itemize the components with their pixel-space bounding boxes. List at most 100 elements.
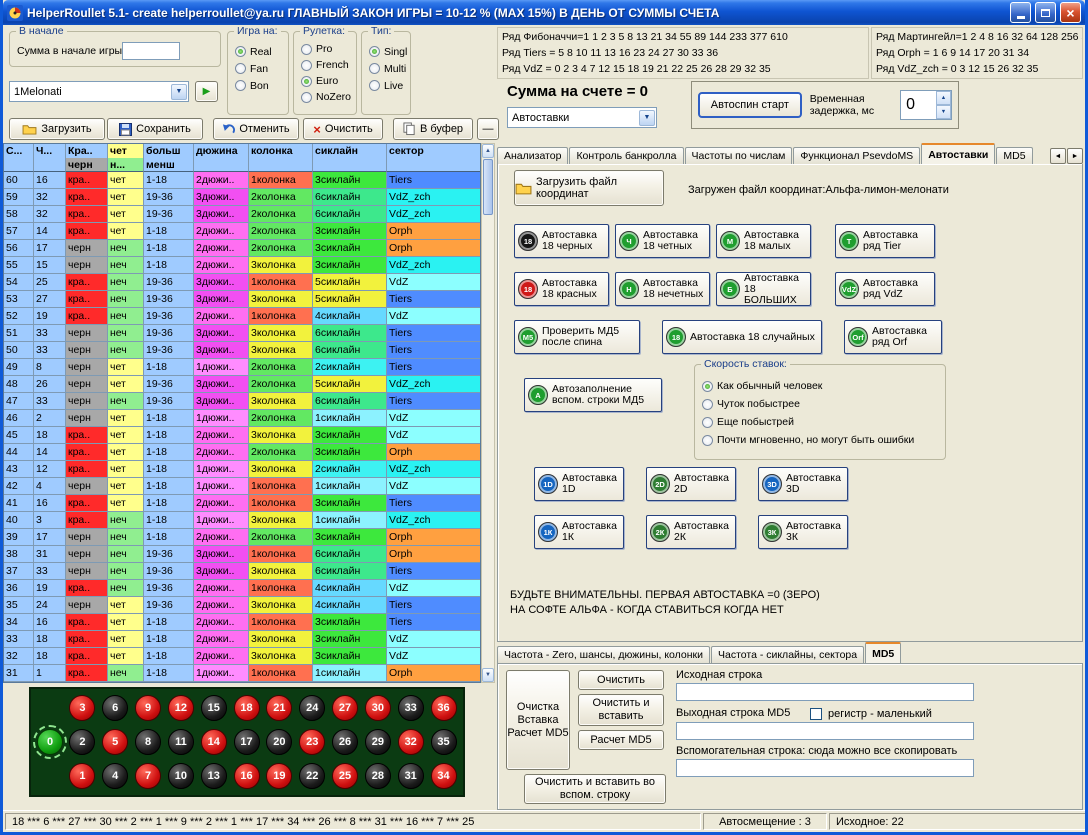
minimize-button[interactable] xyxy=(1010,2,1031,23)
tab-Функционал PsevdoMS[interactable]: Функционал PsevdoMS xyxy=(793,147,920,164)
board-number-3[interactable]: 3 xyxy=(69,695,95,721)
md5-output-input[interactable] xyxy=(676,722,974,740)
board-number-28[interactable]: 28 xyxy=(365,763,391,789)
table-row[interactable]: 3524чернчет19-362дюжи..3колонка4сиклайнT… xyxy=(4,597,480,614)
titlebar[interactable]: HelperRoullet 5.1- create helperroullet@… xyxy=(3,0,1085,25)
radio-option[interactable]: NoZero xyxy=(294,89,356,105)
table-row[interactable]: 3416кра..чет1-182дюжи..1колонка3сиклайнT… xyxy=(4,614,480,631)
tabs-scroll-left-icon[interactable]: ◄ xyxy=(1050,148,1066,164)
table-row[interactable]: 4518кра..чет1-182дюжи..3колонка3сиклайнV… xyxy=(4,427,480,444)
board-number-7[interactable]: 7 xyxy=(135,763,161,789)
md5-calc-button[interactable]: Расчет MD5 xyxy=(578,730,664,750)
board-number-35[interactable]: 35 xyxy=(431,729,457,755)
table-row[interactable]: 5832кра..чет19-363дюжи..2колонка6сиклайн… xyxy=(4,206,480,223)
bet-button[interactable]: VdZАвтоставка ряд VdZ xyxy=(835,272,935,306)
table-row[interactable]: 5133черннеч19-363дюжи..3колонка6сиклайнT… xyxy=(4,325,480,342)
play-button[interactable]: ▶ xyxy=(195,81,218,102)
board-number-9[interactable]: 9 xyxy=(135,695,161,721)
undo-button[interactable]: Отменить xyxy=(213,118,299,140)
radio-option[interactable]: Еще побыстрей xyxy=(695,413,945,431)
scrollbar-thumb[interactable] xyxy=(483,159,493,215)
table-row[interactable]: 424чернчет1-181дюжи..1колонка1сиклайнVdZ xyxy=(4,478,480,495)
table-row[interactable]: 3917черннеч1-182дюжи..2колонка3сиклайнOr… xyxy=(4,529,480,546)
start-sum-input[interactable] xyxy=(122,42,180,60)
radio-option[interactable]: Bon xyxy=(228,77,288,94)
bet-button[interactable]: 3DАвтоставка 3D xyxy=(758,467,848,501)
radio-option[interactable]: Чуток побыстрее xyxy=(695,395,945,413)
board-number-19[interactable]: 19 xyxy=(266,763,292,789)
clear-button[interactable]: × Очистить xyxy=(303,118,383,140)
radio-option[interactable]: Как обычный человек xyxy=(695,377,945,395)
scroll-up-icon[interactable]: ▲ xyxy=(482,144,494,158)
board-number-25[interactable]: 25 xyxy=(332,763,358,789)
fill-md5-helper-button[interactable]: А Автозаполнение вспом. строки МД5 xyxy=(524,378,662,412)
table-row[interactable]: 5219кра..неч19-362дюжи..1колонка4сиклайн… xyxy=(4,308,480,325)
autobet-select[interactable]: Автоставки ▼ xyxy=(507,107,657,128)
md5-clear-paste-helper-button[interactable]: Очистить и вставить во вспом. строку xyxy=(524,774,666,804)
tab-Частота - Zero, шансы, дюжины, колонки[interactable]: Частота - Zero, шансы, дюжины, колонки xyxy=(497,646,710,663)
board-number-5[interactable]: 5 xyxy=(102,729,128,755)
load-coords-button[interactable]: Загрузить файл координат xyxy=(514,170,664,206)
table-row[interactable]: 311кра..неч1-181дюжи..1колонка1сиклайнOr… xyxy=(4,665,480,682)
table-row[interactable]: 3218кра..чет1-182дюжи..3колонка3сиклайнV… xyxy=(4,648,480,665)
bet-button[interactable]: БАвтоставка 18 БОЛЬШИХ xyxy=(716,272,811,306)
board-number-8[interactable]: 8 xyxy=(135,729,161,755)
board-number-12[interactable]: 12 xyxy=(168,695,194,721)
board-number-6[interactable]: 6 xyxy=(102,695,128,721)
board-number-4[interactable]: 4 xyxy=(102,763,128,789)
autospin-start-button[interactable]: Автоспин старт xyxy=(698,92,802,118)
tab-Контроль банкролла[interactable]: Контроль банкролла xyxy=(569,147,683,164)
board-number-36[interactable]: 36 xyxy=(431,695,457,721)
radio-option[interactable]: Multi xyxy=(362,60,410,77)
table-row[interactable]: 5327кра..неч19-363дюжи..3колонка5сиклайн… xyxy=(4,291,480,308)
board-number-13[interactable]: 13 xyxy=(201,763,227,789)
board-number-17[interactable]: 17 xyxy=(234,729,260,755)
bet-button[interactable]: 18Автоставка 18 случайных xyxy=(662,320,822,354)
board-number-2[interactable]: 2 xyxy=(69,729,95,755)
bet-button[interactable]: МАвтоставка 18 малых xyxy=(716,224,811,258)
chevron-down-icon[interactable]: ▼ xyxy=(639,110,655,126)
table-row[interactable]: 5425кра..неч19-363дюжи..1колонка5сиклайн… xyxy=(4,274,480,291)
board-number-14[interactable]: 14 xyxy=(201,729,227,755)
board-number-10[interactable]: 10 xyxy=(168,763,194,789)
tabs-scroll-right-icon[interactable]: ► xyxy=(1067,148,1083,164)
md5-helper-input[interactable] xyxy=(676,759,974,777)
delay-spinner[interactable]: 0 ▲ ▼ xyxy=(900,90,952,120)
bet-button[interactable]: М5Проверить МД5 после спина xyxy=(514,320,640,354)
tab-MD5[interactable]: MD5 xyxy=(865,642,901,663)
board-number-18[interactable]: 18 xyxy=(234,695,260,721)
board-number-24[interactable]: 24 xyxy=(299,695,325,721)
table-row[interactable]: 3733черннеч19-363дюжи..3колонка6сиклайнT… xyxy=(4,563,480,580)
bet-button[interactable]: 18Автоставка 18 красных xyxy=(514,272,609,306)
radio-option[interactable]: French xyxy=(294,57,356,73)
table-row[interactable]: 5033черннеч19-363дюжи..3колонка6сиклайнT… xyxy=(4,342,480,359)
board-number-11[interactable]: 11 xyxy=(168,729,194,755)
board-number-34[interactable]: 34 xyxy=(431,763,457,789)
board-number-27[interactable]: 27 xyxy=(332,695,358,721)
board-number-22[interactable]: 22 xyxy=(299,763,325,789)
bet-button[interactable]: 1КАвтоставка 1К xyxy=(534,515,624,549)
tab-Частота - сиклайны, сектора[interactable]: Частота - сиклайны, сектора xyxy=(711,646,864,663)
table-row[interactable]: 3619кра..неч19-362дюжи..1колонка4сиклайн… xyxy=(4,580,480,597)
radio-option[interactable]: Singl xyxy=(362,43,410,60)
bet-button[interactable]: 18Автоставка 18 черных xyxy=(514,224,609,258)
spinner-up-icon[interactable]: ▲ xyxy=(936,91,951,105)
table-row[interactable]: 4312кра..чет1-181дюжи..3колонка2сиклайнV… xyxy=(4,461,480,478)
board-number-31[interactable]: 31 xyxy=(398,763,424,789)
md5-clear-paste-button[interactable]: Очистить и вставить xyxy=(578,694,664,726)
chevron-down-icon[interactable]: ▼ xyxy=(171,84,187,100)
table-row[interactable]: 5617черннеч1-182дюжи..2колонка3сиклайнOr… xyxy=(4,240,480,257)
radio-option[interactable]: Euro xyxy=(294,73,356,89)
table-row[interactable]: 4414кра..чет1-182дюжи..2колонка3сиклайнO… xyxy=(4,444,480,461)
tab-MD5[interactable]: MD5 xyxy=(996,147,1032,164)
table-row[interactable]: 403кра..неч1-181дюжи..3колонка1сиклайнVd… xyxy=(4,512,480,529)
bet-button[interactable]: OrfАвтоставка ряд Orf xyxy=(844,320,942,354)
radio-option[interactable]: Fan xyxy=(228,60,288,77)
bet-button[interactable]: ТАвтоставка ряд Tier xyxy=(835,224,935,258)
tab-Автоставки[interactable]: Автоставки xyxy=(921,143,995,164)
bet-button[interactable]: НАвтоставка 18 нечетных xyxy=(615,272,710,306)
radio-option[interactable]: Real xyxy=(228,43,288,60)
table-scrollbar[interactable]: ▲ ▼ xyxy=(481,143,495,683)
radio-option[interactable]: Live xyxy=(362,77,410,94)
board-number-0[interactable]: 0 xyxy=(37,729,63,755)
